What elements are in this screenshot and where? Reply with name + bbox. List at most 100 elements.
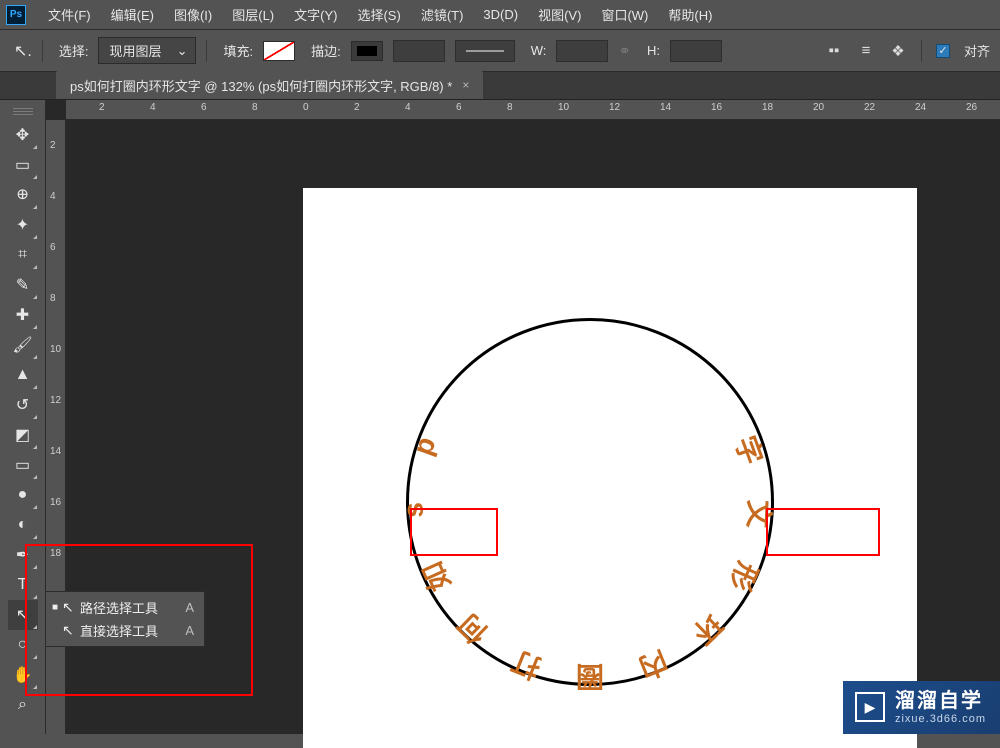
- stroke-style-dropdown[interactable]: [455, 40, 515, 62]
- align-icon[interactable]: ≡: [857, 42, 875, 60]
- fill-color-swatch[interactable]: [263, 41, 295, 61]
- submenu-indicator-icon: [33, 145, 37, 149]
- arrange-icon[interactable]: ❖: [889, 42, 907, 60]
- menu-help[interactable]: 帮助(H): [658, 5, 722, 24]
- path-op-icon[interactable]: ▪▪: [825, 42, 843, 60]
- menu-edit[interactable]: 编辑(E): [101, 5, 164, 24]
- stroke-color-swatch[interactable]: [351, 41, 383, 61]
- lasso-icon: ᪠: [17, 183, 29, 208]
- flyout-shortcut: A: [185, 623, 194, 638]
- ruler-tick: 26: [966, 102, 977, 113]
- eyedropper-tool[interactable]: ✎: [8, 270, 38, 300]
- brush-icon: 🖌: [12, 335, 32, 355]
- fill-label: 填充:: [223, 41, 253, 60]
- horizontal-ruler[interactable]: 8642024681012141618202224262830: [66, 100, 1000, 120]
- menu-image[interactable]: 图像(I): [164, 5, 222, 24]
- divider: [42, 40, 43, 62]
- selected-bullet-icon: ■: [52, 602, 62, 613]
- crop-tool[interactable]: ⌗: [8, 240, 38, 270]
- submenu-indicator-icon: [33, 535, 37, 539]
- submenu-indicator-icon: [33, 265, 37, 269]
- app-logo: Ps: [6, 5, 26, 25]
- stroke-width-input[interactable]: [393, 40, 445, 62]
- dodge-tool[interactable]: ◐: [8, 510, 38, 540]
- link-icon[interactable]: ⚭: [618, 42, 631, 60]
- heal-tool[interactable]: ✚: [8, 300, 38, 330]
- chevron-down-icon: ⌄: [177, 43, 188, 59]
- move-tool[interactable]: ✥: [8, 120, 38, 150]
- width-input[interactable]: [556, 40, 608, 62]
- document-tab[interactable]: ps如何打圈内环形文字 @ 132% (ps如何打圈内环形文字, RGB/8) …: [56, 71, 483, 99]
- ruler-tick: 10: [558, 102, 569, 113]
- watermark: ▶ 溜溜自学 zixue.3d66.com: [843, 681, 1000, 734]
- submenu-indicator-icon: [33, 235, 37, 239]
- menu-file[interactable]: 文件(F): [38, 5, 101, 24]
- submenu-indicator-icon: [33, 295, 37, 299]
- move-icon: ✥: [16, 125, 29, 145]
- menu-3d[interactable]: 3D(D): [473, 7, 528, 22]
- ruler-tick: 16: [50, 497, 61, 508]
- submenu-indicator-icon: [33, 475, 37, 479]
- ruler-tick: 8: [252, 102, 258, 113]
- options-right-cluster: ▪▪ ≡ ❖ ✓ 对齐: [825, 40, 990, 62]
- stamp-tool[interactable]: ▲: [8, 360, 38, 390]
- ruler-tick: 4: [150, 102, 156, 113]
- submenu-indicator-icon: [33, 445, 37, 449]
- close-icon[interactable]: ×: [462, 78, 469, 92]
- marquee-icon: ▭: [15, 155, 30, 175]
- ruler-tick: 2: [99, 102, 105, 113]
- watermark-url: zixue.3d66.com: [895, 713, 986, 726]
- ruler-tick: 24: [915, 102, 926, 113]
- brush-tool[interactable]: 🖌: [8, 330, 38, 360]
- ruler-tick: 4: [50, 191, 56, 202]
- eyedropper-icon: ✎: [16, 275, 29, 295]
- menu-window[interactable]: 窗口(W): [591, 5, 658, 24]
- toolbar-grabber[interactable]: [13, 108, 33, 116]
- heal-icon: ✚: [16, 305, 29, 325]
- ruler-tick: 2: [354, 102, 360, 113]
- align-edges-label: 对齐: [964, 41, 990, 60]
- select-label: 选择:: [59, 41, 89, 60]
- menu-select[interactable]: 选择(S): [347, 5, 410, 24]
- watermark-title: 溜溜自学: [895, 689, 986, 713]
- document-tab-title: ps如何打圈内环形文字 @ 132% (ps如何打圈内环形文字, RGB/8) …: [70, 76, 452, 95]
- stamp-icon: ▲: [15, 366, 31, 384]
- ruler-tick: 8: [50, 293, 56, 304]
- align-edges-checkbox[interactable]: ✓: [936, 44, 950, 58]
- ruler-tick: 10: [50, 344, 61, 355]
- menu-layer[interactable]: 图层(L): [222, 5, 284, 24]
- annotation-rect-right: [766, 508, 880, 556]
- history-brush-tool[interactable]: ↺: [8, 390, 38, 420]
- height-input[interactable]: [670, 40, 722, 62]
- ruler-tick: 12: [609, 102, 620, 113]
- flyout-label: 路径选择工具: [80, 598, 179, 617]
- play-icon: ▶: [855, 692, 885, 722]
- menu-view[interactable]: 视图(V): [528, 5, 591, 24]
- stroke-label: 描边:: [311, 41, 341, 60]
- arrow-icon: ↖: [62, 622, 80, 639]
- flyout-shortcut: A: [185, 600, 194, 615]
- gradient-icon: ▭: [15, 455, 30, 475]
- menu-filter[interactable]: 滤镜(T): [411, 5, 474, 24]
- history-icon: ↺: [16, 395, 29, 415]
- marquee-tool[interactable]: ▭: [8, 150, 38, 180]
- options-bar: ↖. 选择: 现用图层 ⌄ 填充: 描边: W: ⚭ H: ▪▪ ≡ ❖ ✓ 对…: [0, 30, 1000, 72]
- ellipse-path[interactable]: [406, 318, 774, 686]
- submenu-indicator-icon: [33, 325, 37, 329]
- ruler-tick: 22: [864, 102, 875, 113]
- gradient-tool[interactable]: ▭: [8, 450, 38, 480]
- ruler-tick: 14: [50, 446, 61, 457]
- ruler-tick: 6: [456, 102, 462, 113]
- lasso-tool[interactable]: ᪠: [8, 180, 38, 210]
- submenu-indicator-icon: [33, 355, 37, 359]
- magic-wand-tool[interactable]: ✦: [8, 210, 38, 240]
- blur-tool[interactable]: ●: [8, 480, 38, 510]
- dodge-icon: ◐: [18, 516, 28, 534]
- flyout-item-path-selection[interactable]: ■ ↖ 路径选择工具 A: [46, 596, 204, 619]
- eraser-tool[interactable]: ◩: [8, 420, 38, 450]
- select-layer-dropdown[interactable]: 现用图层 ⌄: [98, 37, 196, 64]
- arrow-icon: ↖: [62, 599, 80, 616]
- menu-type[interactable]: 文字(Y): [284, 5, 347, 24]
- ruler-tick: 20: [813, 102, 824, 113]
- flyout-item-direct-selection[interactable]: ↖ 直接选择工具 A: [46, 619, 204, 642]
